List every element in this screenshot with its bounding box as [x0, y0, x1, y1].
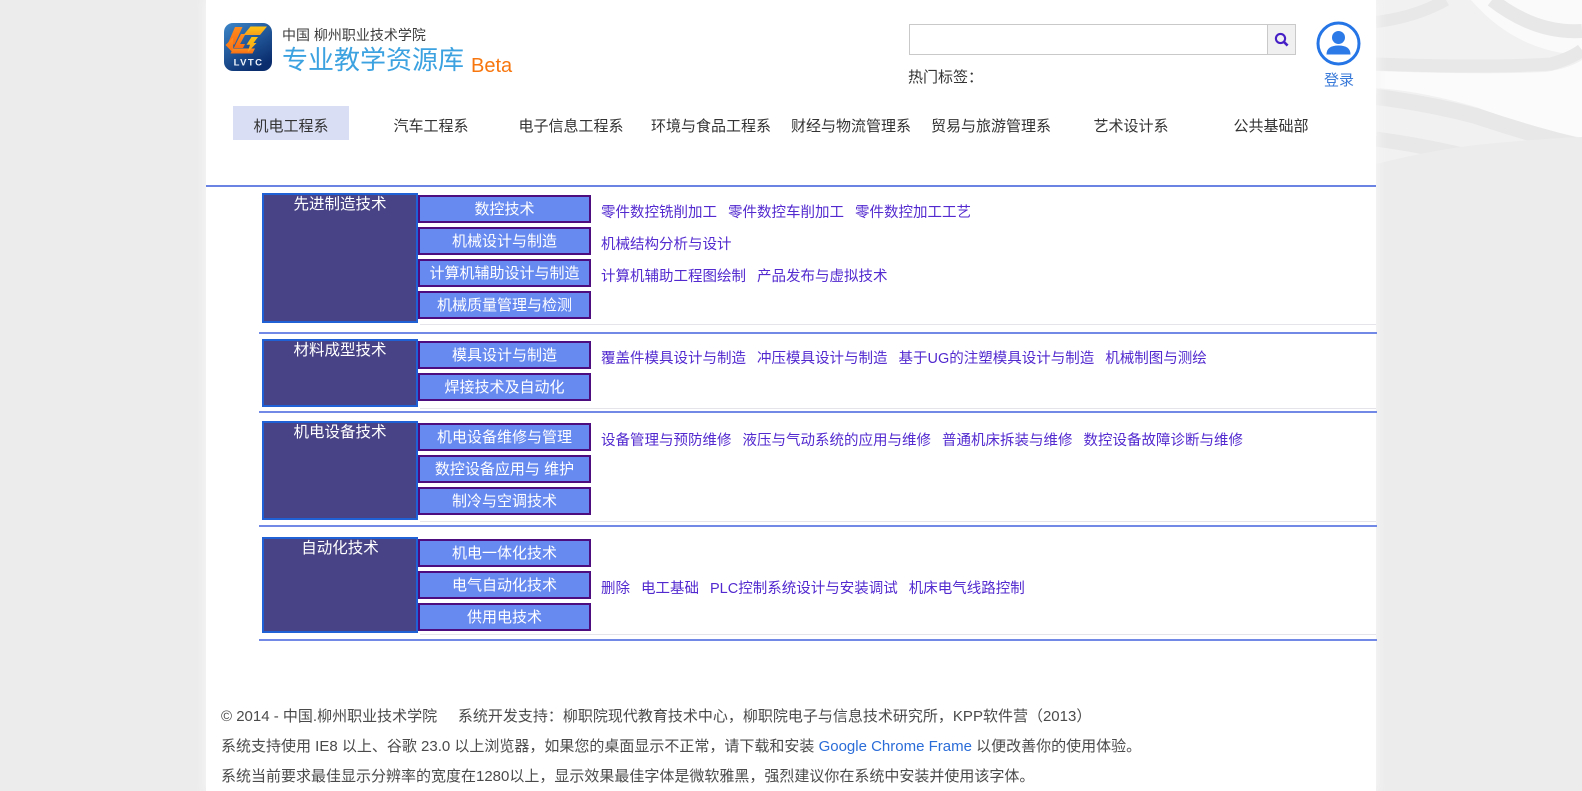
- svg-text:LVTC: LVTC: [234, 58, 264, 69]
